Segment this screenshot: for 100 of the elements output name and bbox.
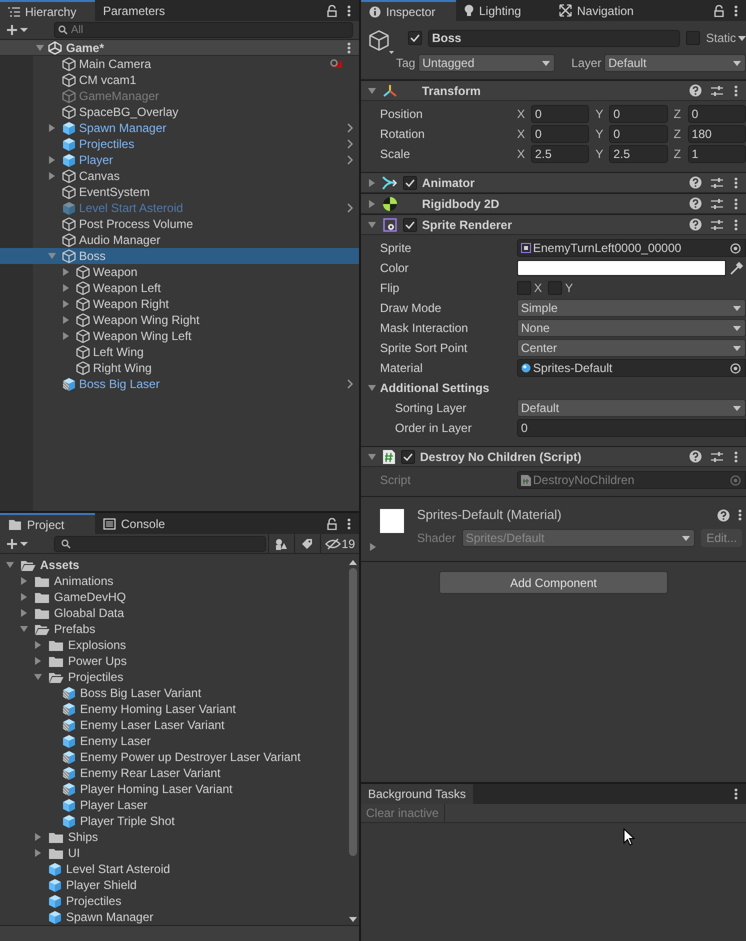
asset-name[interactable]: Assets [40,557,80,574]
enabled-checkbox[interactable] [403,176,417,190]
expanded-arrow-icon[interactable] [368,384,376,392]
object-field[interactable]: Sprites-Default [517,359,746,377]
asset-name[interactable]: Enemy Laser [80,732,151,750]
color-swatch[interactable] [517,260,726,276]
asset-name[interactable]: Prefabs [54,620,96,638]
hierarchy-row[interactable]: Weapon Wing Right [0,312,359,328]
number-field[interactable]: 180 [688,125,746,143]
expanded-arrow-icon[interactable] [34,673,42,681]
more-menu-icon[interactable] [347,518,351,530]
hierarchy-row[interactable]: Boss [0,248,359,264]
panel-tab[interactable]: Navigation [551,0,646,21]
collapsed-arrow-icon[interactable] [20,609,28,617]
number-field[interactable]: 0 [688,105,746,123]
collapsed-arrow-icon[interactable] [48,156,56,164]
hierarchy-row[interactable]: Left Wing [0,344,359,360]
section-title[interactable]: Additional Settings [380,379,490,397]
tag-dropdown[interactable]: Untagged [418,54,556,72]
more-menu-icon[interactable] [734,176,738,188]
help-icon[interactable] [689,218,702,231]
hierarchy-row[interactable]: Main Camera [0,56,359,72]
panel-tab[interactable]: Parameters [95,0,190,21]
expanded-arrow-icon[interactable] [36,44,44,52]
number-field[interactable]: 0 [531,105,590,123]
collapsed-arrow-icon[interactable] [48,124,56,132]
expanded-arrow-icon[interactable] [6,561,14,569]
asset-name[interactable]: Level Start Asteroid [66,860,170,878]
sliders-icon[interactable] [711,450,723,462]
asset-name[interactable]: UI [68,844,80,862]
asset-name[interactable]: Enemy Rear Laser Variant [80,764,221,782]
object-field[interactable]: EnemyTurnLeft0000_00000 [517,239,746,257]
component-header[interactable]: Transform [361,80,746,101]
dropdown[interactable]: Center [517,339,746,357]
collapsed-arrow-icon[interactable] [368,178,376,186]
hierarchy-row[interactable]: Weapon Left [0,280,359,296]
collapsed-arrow-icon[interactable] [62,316,70,324]
asset-name[interactable]: Spawn Manager [66,908,154,925]
scrollbar-thumb[interactable] [349,568,357,856]
help-icon[interactable] [689,450,702,463]
hierarchy-row[interactable]: Weapon Right [0,296,359,312]
chevron-right-icon[interactable] [347,203,353,213]
more-menu-icon[interactable] [734,788,738,800]
search-field[interactable] [54,536,266,552]
layer-dropdown[interactable]: Default [604,54,746,72]
asset-name[interactable]: Player Homing Laser Variant [80,780,233,798]
hierarchy-row[interactable]: Audio Manager [0,232,359,248]
dropdown[interactable]: Simple [517,299,746,317]
panel-tab[interactable]: Lighting [456,0,551,21]
component-header[interactable]: Animator [361,172,746,193]
number-field[interactable]: 0 [517,419,746,437]
asset-name[interactable]: Enemy Power up Destroyer Laser Variant [80,748,301,766]
more-menu-icon[interactable] [347,4,351,16]
collapsed-arrow-icon[interactable] [34,641,42,649]
lock-icon[interactable] [327,518,337,530]
sliders-icon[interactable] [711,176,723,188]
expanded-arrow-icon[interactable] [368,220,376,228]
expanded-arrow-icon[interactable] [368,452,376,460]
name-field[interactable]: Boss [428,30,680,46]
component-header[interactable]: Sprite Renderer [361,214,746,235]
collapsed-arrow-icon[interactable] [368,200,376,208]
asset-name[interactable]: Explosions [68,636,126,654]
collapsed-arrow-icon[interactable] [20,593,28,601]
asset-name[interactable]: Gloabal Data [54,604,124,622]
dropdown[interactable]: Default [517,399,746,417]
lock-icon[interactable] [714,4,724,16]
asset-name[interactable]: Player Shield [66,876,137,894]
more-menu-icon[interactable] [738,509,742,521]
hierarchy-row[interactable]: EventSystem [0,184,359,200]
warning-icon[interactable] [329,58,343,70]
collapsed-arrow-icon[interactable] [62,332,70,340]
number-field[interactable]: 0 [609,105,668,123]
collapsed-arrow-icon[interactable] [62,284,70,292]
collapsed-arrow-icon[interactable] [369,543,377,551]
more-menu-icon[interactable] [347,42,351,54]
expanded-arrow-icon[interactable] [368,86,376,94]
panel-tab[interactable]: Hierarchy [0,0,95,21]
eyedropper-icon[interactable] [728,261,744,275]
asset-name[interactable]: Ships [68,828,98,846]
collapsed-arrow-icon[interactable] [34,833,42,841]
asset-name[interactable]: Projectiles [68,668,124,686]
more-menu-icon[interactable] [734,198,738,210]
component-header[interactable]: Rigidbody 2D [361,193,746,214]
help-icon[interactable] [689,176,702,189]
number-field[interactable]: 0 [609,125,668,143]
asset-name[interactable]: Enemy Homing Laser Variant [80,700,236,718]
hierarchy-row[interactable]: Canvas [0,168,359,184]
hierarchy-row[interactable]: SpaceBG_Overlay [0,104,359,120]
hierarchy-row[interactable]: CM vcam1 [0,72,359,88]
flip-checkbox[interactable] [548,281,562,295]
collapsed-arrow-icon[interactable] [62,300,70,308]
asset-name[interactable]: Projectiles [66,892,122,910]
scroll-down-icon[interactable] [349,917,357,923]
hierarchy-row[interactable]: Spawn Manager [0,120,359,136]
help-icon[interactable] [689,197,702,210]
asset-name[interactable]: Animations [54,572,114,590]
number-field[interactable]: 0 [531,125,590,143]
panel-tab[interactable]: Console [95,513,190,534]
panel-tab[interactable]: Project [0,513,95,534]
hierarchy-row[interactable]: Boss Big Laser [0,376,359,392]
